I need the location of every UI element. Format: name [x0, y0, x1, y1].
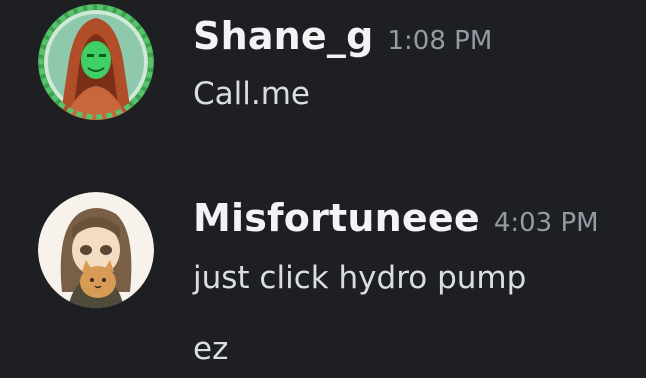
message-header: Misfortuneee 4:03 PM: [193, 196, 599, 240]
green-hooded-warrior-avatar-icon: [38, 4, 154, 120]
username[interactable]: Misfortuneee: [193, 196, 480, 240]
timestamp[interactable]: 4:03 PM: [494, 208, 599, 238]
timestamp[interactable]: 1:08 PM: [388, 26, 493, 56]
username[interactable]: Shane_g: [193, 14, 374, 58]
message-text: ez: [193, 331, 229, 367]
message-text: just click hydro pump: [193, 260, 527, 296]
message-header: Shane_g 1:08 PM: [193, 14, 492, 58]
message-group-misfortuneee: Misfortuneee 4:03 PM just click hydro pum…: [0, 186, 646, 378]
message-group-shane-g: Shane_g 1:08 PM Call.me: [0, 0, 646, 150]
message-text: Call.me: [193, 76, 310, 112]
anime-girl-with-cat-avatar-icon: [38, 192, 154, 308]
avatar[interactable]: [38, 4, 154, 120]
avatar[interactable]: [38, 192, 154, 308]
